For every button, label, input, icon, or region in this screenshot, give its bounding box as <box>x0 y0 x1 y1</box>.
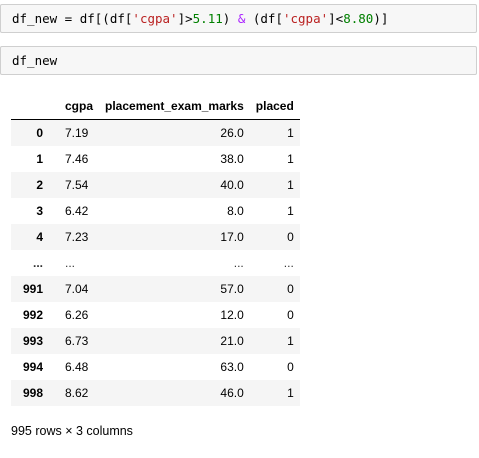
index-header <box>11 93 49 120</box>
code-token: ) <box>222 11 238 26</box>
table-cell: 1 <box>287 386 294 400</box>
column-header-placement-exam-marks: placement_exam_marks <box>99 93 250 120</box>
table-cell: 21.0 <box>220 334 244 348</box>
table-cell: 57.0 <box>220 282 244 296</box>
code-token: (df[ <box>245 11 283 26</box>
row-index: 3 <box>36 204 43 218</box>
table-cell: 7.46 <box>65 152 89 166</box>
table-cell: 0 <box>287 360 294 374</box>
table-cell: 6.73 <box>65 334 89 348</box>
table-cell: 26.0 <box>220 126 244 140</box>
code-token: 'cgpa' <box>132 11 178 26</box>
table-cell: 7.54 <box>65 178 89 192</box>
table-cell: 1 <box>287 178 294 192</box>
table-cell: 1 <box>287 334 294 348</box>
row-index: 994 <box>22 360 43 374</box>
row-index: 993 <box>22 334 43 348</box>
row-index: ... <box>32 256 43 270</box>
table-cell: 0 <box>287 230 294 244</box>
table-cell: 1 <box>287 126 294 140</box>
table-cell: ... <box>233 256 244 270</box>
dataframe-shape-text: 995 rows × 3 columns <box>11 424 133 438</box>
table-cell: 1 <box>287 204 294 218</box>
table-cell: 12.0 <box>220 308 244 322</box>
column-header-cgpa: cgpa <box>49 93 100 120</box>
table-cell: 38.0 <box>220 152 244 166</box>
code-token: ]< <box>328 11 344 26</box>
table-row: 992 6.26 12.0 0 <box>11 302 300 328</box>
code-cell-filter[interactable]: df_new = df[(df['cgpa']>5.11) & (df['cgp… <box>0 4 477 33</box>
column-header-placed: placed <box>249 93 300 120</box>
code-token: df_new <box>12 53 58 68</box>
table-cell: 40.0 <box>220 178 244 192</box>
table-cell: 7.23 <box>65 230 89 244</box>
table-header-row: cgpa placement_exam_marks placed <box>11 93 300 120</box>
table-row: 994 6.48 63.0 0 <box>11 354 300 380</box>
table-row: 998 8.62 46.0 1 <box>11 380 300 406</box>
table-cell: 1 <box>287 152 294 166</box>
row-index: 998 <box>22 386 43 400</box>
table-row: 0 7.19 26.0 1 <box>11 119 300 146</box>
table-row: 2 7.54 40.0 1 <box>11 172 300 198</box>
row-index: 4 <box>36 230 43 244</box>
code-cell-display[interactable]: df_new <box>0 46 477 75</box>
table-cell: 8.62 <box>65 386 89 400</box>
table-row: ............ <box>11 250 300 276</box>
dataframe-table: cgpa placement_exam_marks placed 0 7.19 26… <box>11 93 300 406</box>
code-token: )] <box>373 11 389 26</box>
table-cell: 6.42 <box>65 204 89 218</box>
code-token: 5.11 <box>192 11 223 26</box>
table-cell: 6.26 <box>65 308 89 322</box>
table-cell: 17.0 <box>220 230 244 244</box>
row-index: 2 <box>36 178 43 192</box>
table-row: 3 6.42 8.0 1 <box>11 198 300 224</box>
table-cell: ... <box>283 256 294 270</box>
table-cell: 0 <box>287 282 294 296</box>
code-token: 'cgpa' <box>282 11 329 26</box>
code-token: 8.80 <box>343 11 374 26</box>
table-cell: 7.19 <box>65 126 89 140</box>
code-token: df_new = df[(df[ <box>12 11 133 26</box>
row-index: 991 <box>22 282 43 296</box>
table-cell: 63.0 <box>220 360 244 374</box>
table-cell: 6.48 <box>65 360 89 374</box>
row-index: 1 <box>36 152 43 166</box>
code-token: ]> <box>177 11 193 26</box>
table-cell: ... <box>65 256 76 270</box>
table-cell: 46.0 <box>220 386 244 400</box>
table-cell: 0 <box>287 308 294 322</box>
table-row: 4 7.23 17.0 0 <box>11 224 300 250</box>
row-index: 0 <box>36 126 43 140</box>
table-cell: 7.04 <box>65 282 89 296</box>
row-index: 992 <box>22 308 43 322</box>
table-row: 993 6.73 21.0 1 <box>11 328 300 354</box>
table-cell: 8.0 <box>227 204 244 218</box>
table-row: 1 7.46 38.0 1 <box>11 146 300 172</box>
table-row: 991 7.04 57.0 0 <box>11 276 300 302</box>
